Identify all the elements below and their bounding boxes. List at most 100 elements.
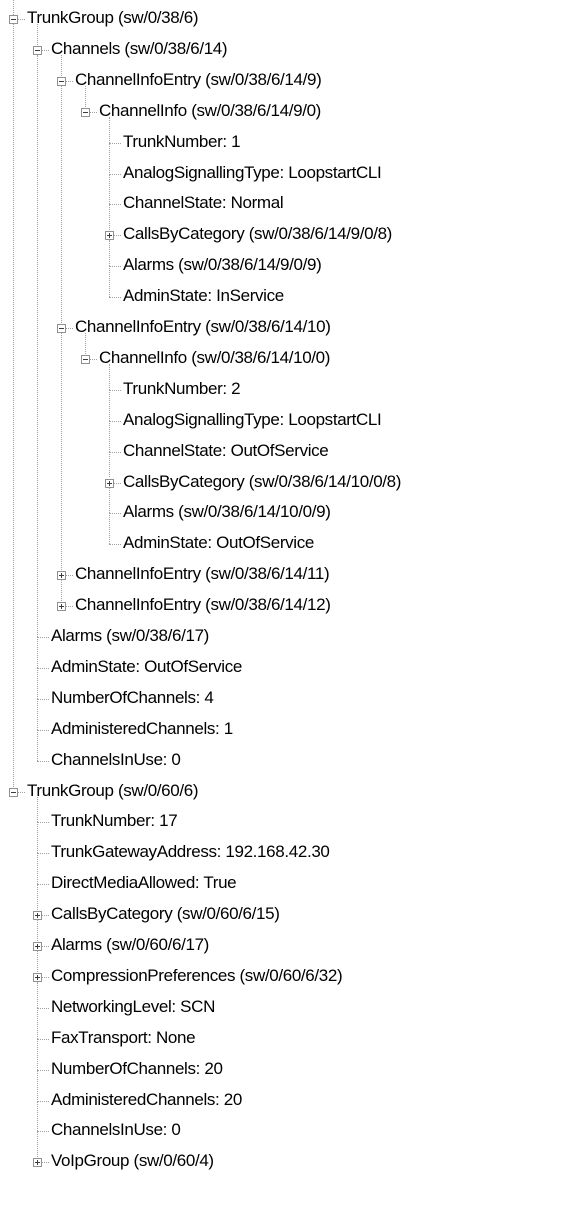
tree-connector-line — [109, 389, 110, 421]
tree-leaf-numberofchannels[interactable]: NumberOfChannels: 20 — [51, 1059, 223, 1079]
collapse-minus-icon[interactable] — [57, 76, 66, 86]
tree-connector-stub — [109, 389, 121, 391]
tree-leaf-trunknumber[interactable]: TrunkNumber: 2 — [123, 379, 241, 399]
tree-connector-line — [37, 884, 38, 911]
tree-connector-line — [85, 333, 86, 354]
collapse-minus-icon[interactable] — [81, 107, 90, 117]
tree-connector-stub — [42, 976, 49, 978]
tree-connector-line — [109, 487, 110, 514]
tree-leaf-administeredchannels[interactable]: AdministeredChannels: 20 — [51, 1090, 242, 1110]
tree-leaf-channelsinuse[interactable]: ChannelsInUse: 0 — [51, 1120, 181, 1140]
tree-leaf-alarms[interactable]: Alarms (sw/0/38/6/17) — [51, 626, 209, 646]
tree-connector-line — [109, 451, 110, 478]
tree-node-channelinfo-9-0[interactable]: ChannelInfo (sw/0/38/6/14/9/0) — [99, 101, 321, 121]
tree-leaf-faxtransport[interactable]: FaxTransport: None — [51, 1028, 196, 1048]
tree-node-voipgroup[interactable]: VoIpGroup (sw/0/60/4) — [51, 1151, 214, 1171]
tree-connector-line — [37, 1038, 38, 1070]
tree-connector-line — [109, 173, 110, 205]
tree-node-compressionpreferences[interactable]: CompressionPreferences (sw/0/60/6/32) — [51, 966, 343, 986]
collapse-minus-icon[interactable] — [81, 354, 90, 364]
tree-connector-stub — [42, 915, 49, 917]
tree-connector-stub — [66, 575, 73, 577]
tree-connector-stub — [18, 791, 25, 793]
tree-leaf-numberofchannels[interactable]: NumberOfChannels: 4 — [51, 688, 214, 708]
tree-connector-stub — [114, 235, 121, 237]
tree-connector-line — [109, 363, 110, 390]
expand-plus-icon[interactable] — [33, 972, 42, 982]
tree-connector-line — [37, 54, 38, 637]
expand-plus-icon[interactable] — [57, 571, 66, 581]
tree-node-callsbycategory[interactable]: CallsByCategory (sw/0/38/6/14/10/0/8) — [123, 472, 401, 492]
collapse-minus-icon[interactable] — [9, 15, 18, 24]
tree-leaf-channelstate[interactable]: ChannelState: OutOfService — [123, 441, 329, 461]
tree-connector-stub — [18, 19, 25, 20]
tree-connector-stub — [66, 606, 73, 608]
tree-leaf-alarms[interactable]: Alarms (sw/0/38/6/14/10/0/9) — [123, 502, 331, 522]
tree-connector-line — [37, 981, 38, 1008]
tree-leaf-adminstate[interactable]: AdminState: OutOfService — [123, 533, 314, 553]
tree-view[interactable]: TrunkGroup (sw/0/38/6) Channels (sw/0/38/… — [0, 0, 582, 1219]
tree-leaf-alarms[interactable]: Alarms (sw/0/38/6/14/9/0/9) — [123, 255, 322, 275]
tree-connector-stub — [37, 637, 49, 638]
tree-connector-line — [37, 24, 38, 45]
tree-connector-line — [109, 420, 110, 452]
tree-node-alarms[interactable]: Alarms (sw/0/60/6/17) — [51, 935, 209, 955]
tree-leaf-networkinglevel[interactable]: NetworkingLevel: SCN — [51, 997, 215, 1017]
collapse-minus-icon[interactable] — [57, 324, 66, 333]
tree-leaf-adminstate[interactable]: AdminState: InService — [123, 286, 284, 306]
tree-connector-stub — [42, 1162, 49, 1164]
tree-connector-stub — [37, 1100, 49, 1102]
tree-connector-stub — [37, 1007, 49, 1009]
tree-connector-stub — [37, 853, 49, 855]
tree-connector-line — [61, 580, 62, 602]
tree-connector-stub — [37, 1038, 49, 1040]
tree-connector-line — [37, 729, 38, 761]
expand-plus-icon[interactable] — [105, 478, 114, 488]
tree-connector-line — [61, 333, 62, 571]
tree-connector-stub — [37, 698, 49, 700]
collapse-minus-icon[interactable] — [33, 45, 42, 55]
tree-connector-line — [37, 1069, 38, 1101]
tree-node-callsbycategory[interactable]: CallsByCategory (sw/0/38/6/14/9/0/8) — [123, 224, 392, 244]
tree-node-channelinfo-10-0[interactable]: ChannelInfo (sw/0/38/6/14/10/0) — [99, 348, 330, 368]
tree-connector-stub — [37, 1131, 49, 1133]
expand-plus-icon[interactable] — [33, 942, 42, 951]
tree-node-channels[interactable]: Channels (sw/0/38/6/14) — [51, 39, 228, 59]
tree-connector-line — [37, 796, 38, 823]
tree-connector-line — [37, 637, 38, 668]
tree-connector-line — [37, 920, 38, 941]
expand-plus-icon[interactable] — [33, 1158, 42, 1168]
expand-plus-icon[interactable] — [105, 231, 114, 241]
tree-node-callsbycategory[interactable]: CallsByCategory (sw/0/60/6/15) — [51, 904, 280, 924]
tree-connector-line — [37, 822, 38, 854]
tree-leaf-channelstate[interactable]: ChannelState: Normal — [123, 193, 284, 213]
tree-connector-stub — [109, 142, 121, 144]
tree-node-trunkgroup-38-6[interactable]: TrunkGroup (sw/0/38/6) — [27, 8, 199, 28]
tree-leaf-channelsinuse[interactable]: ChannelsInUse: 0 — [51, 750, 181, 770]
tree-node-channelinfoentry-9[interactable]: ChannelInfoEntry (sw/0/38/6/14/9) — [75, 70, 322, 90]
tree-connector-stub — [109, 204, 121, 206]
tree-leaf-analogsignallingtype[interactable]: AnalogSignallingType: LoopstartCLI — [123, 163, 382, 183]
tree-connector-stub — [37, 667, 49, 669]
tree-connector-line — [109, 240, 110, 267]
tree-connector-stub — [37, 760, 49, 762]
tree-leaf-trunknumber[interactable]: TrunkNumber: 17 — [51, 811, 178, 831]
tree-leaf-trunknumber[interactable]: TrunkNumber: 1 — [123, 132, 241, 152]
tree-node-trunkgroup-60-6[interactable]: TrunkGroup (sw/0/60/6) — [27, 781, 199, 801]
tree-node-channelinfoentry-11[interactable]: ChannelInfoEntry (sw/0/38/6/14/11) — [75, 564, 330, 584]
tree-leaf-trunkgatewayaddress[interactable]: TrunkGatewayAddress: 192.168.42.30 — [51, 842, 330, 862]
tree-connector-stub — [37, 729, 49, 731]
tree-leaf-directmediaallowed[interactable]: DirectMediaAllowed: True — [51, 873, 237, 893]
tree-connector-stub — [37, 1069, 49, 1071]
tree-connector-line — [37, 667, 38, 699]
tree-node-channelinfoentry-10[interactable]: ChannelInfoEntry (sw/0/38/6/14/10) — [75, 317, 331, 337]
expand-plus-icon[interactable] — [57, 602, 66, 612]
tree-leaf-analogsignallingtype[interactable]: AnalogSignallingType: LoopstartCLI — [123, 410, 382, 430]
expand-plus-icon[interactable] — [33, 911, 42, 921]
tree-node-channelinfoentry-12[interactable]: ChannelInfoEntry (sw/0/38/6/14/12) — [75, 595, 331, 615]
tree-leaf-adminstate[interactable]: AdminState: OutOfService — [51, 657, 242, 677]
collapse-minus-icon[interactable] — [9, 787, 18, 797]
tree-connector-stub — [66, 80, 73, 82]
tree-connector-line — [13, 24, 14, 787]
tree-leaf-administeredchannels[interactable]: AdministeredChannels: 1 — [51, 719, 233, 739]
